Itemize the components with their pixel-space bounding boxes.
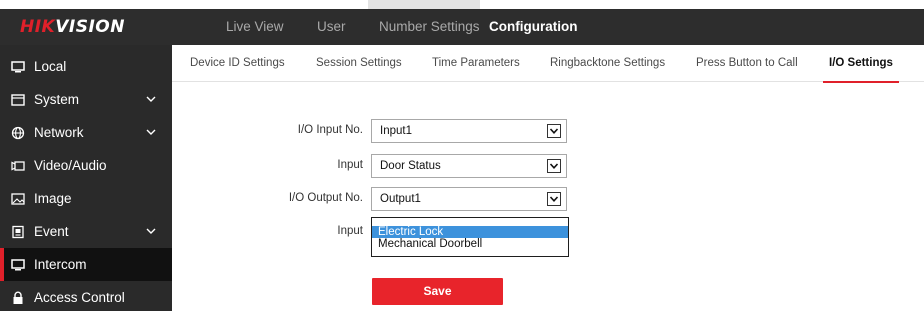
sidebar-item-label: Local <box>34 59 67 74</box>
output-input-dropdown-list[interactable]: Electric Lock Mechanical Doorbell <box>371 217 569 257</box>
input-select[interactable]: Door Status <box>371 154 567 178</box>
sidebar-item-access-control[interactable]: Access Control <box>0 281 172 314</box>
tab-ringbacktone-settings[interactable]: Ringbacktone Settings <box>550 45 665 82</box>
top-nav-bar: HIKVISION Live View User Number Settings… <box>0 9 924 45</box>
io-output-no-value: Output1 <box>380 193 421 205</box>
sidebar-item-label: Intercom <box>34 257 87 272</box>
dropdown-arrow-icon[interactable] <box>547 159 561 173</box>
save-button[interactable]: Save <box>372 278 503 305</box>
sidebar-item-intercom[interactable]: Intercom <box>0 248 172 281</box>
tab-press-button-to-call[interactable]: Press Button to Call <box>696 45 798 82</box>
input-value: Door Status <box>380 160 441 172</box>
tab-session-settings[interactable]: Session Settings <box>316 45 402 82</box>
system-icon <box>11 94 25 106</box>
nav-configuration[interactable]: Configuration <box>489 9 577 45</box>
dropdown-option-electric-lock[interactable]: Electric Lock <box>372 226 568 238</box>
io-output-no-label: I/O Output No. <box>288 192 363 204</box>
sidebar-item-system[interactable]: System <box>0 83 172 116</box>
io-output-no-select[interactable]: Output1 <box>371 187 567 211</box>
sidebar-item-label: System <box>34 92 80 107</box>
dropdown-option-mechanical-doorbell[interactable]: Mechanical Doorbell <box>372 238 568 250</box>
sidebar-item-image[interactable]: Image <box>0 182 172 215</box>
nav-number-settings[interactable]: Number Settings <box>379 9 480 45</box>
sidebar-item-local[interactable]: Local <box>0 50 172 83</box>
nav-user[interactable]: User <box>317 9 346 45</box>
dropdown-arrow-icon[interactable] <box>547 192 561 206</box>
chevron-down-icon <box>146 96 156 102</box>
sidebar-item-label: Network <box>34 125 84 140</box>
tab-time-parameters[interactable]: Time Parameters <box>432 45 520 82</box>
hikvision-logo: HIKVISION <box>20 17 125 37</box>
sub-tab-bar: Device ID Settings Session Settings Time… <box>172 45 924 83</box>
tab-device-id-settings[interactable]: Device ID Settings <box>190 45 285 82</box>
input-label: Input <box>337 159 363 171</box>
sidebar-item-label: Access Control <box>34 290 125 305</box>
chevron-down-icon <box>146 228 156 234</box>
image-icon <box>11 193 25 205</box>
sidebar-item-network[interactable]: Network <box>0 116 172 149</box>
io-input-no-value: Input1 <box>380 125 412 137</box>
camera-icon <box>11 161 25 171</box>
io-input-no-label: I/O Input No. <box>297 124 363 136</box>
sidebar-item-label: Video/Audio <box>34 158 107 173</box>
globe-icon <box>11 126 25 140</box>
sidebar: Local System Network Video/Audio Image E… <box>0 45 172 311</box>
intercom-icon <box>11 259 25 271</box>
tab-io-settings[interactable]: I/O Settings <box>823 45 899 83</box>
output-input-label: Input <box>337 225 363 237</box>
lock-icon <box>13 291 23 304</box>
sidebar-item-label: Event <box>34 224 69 239</box>
sidebar-item-video-audio[interactable]: Video/Audio <box>0 149 172 182</box>
browser-tab-stub <box>368 0 480 9</box>
io-input-no-select[interactable]: Input1 <box>371 119 567 143</box>
dropdown-arrow-icon[interactable] <box>547 124 561 138</box>
event-icon <box>12 225 24 239</box>
chevron-down-icon <box>146 129 156 135</box>
top-strip <box>0 0 924 9</box>
sidebar-item-label: Image <box>34 191 72 206</box>
monitor-icon <box>11 61 25 73</box>
sidebar-item-event[interactable]: Event <box>0 215 172 248</box>
nav-live-view[interactable]: Live View <box>226 9 284 45</box>
